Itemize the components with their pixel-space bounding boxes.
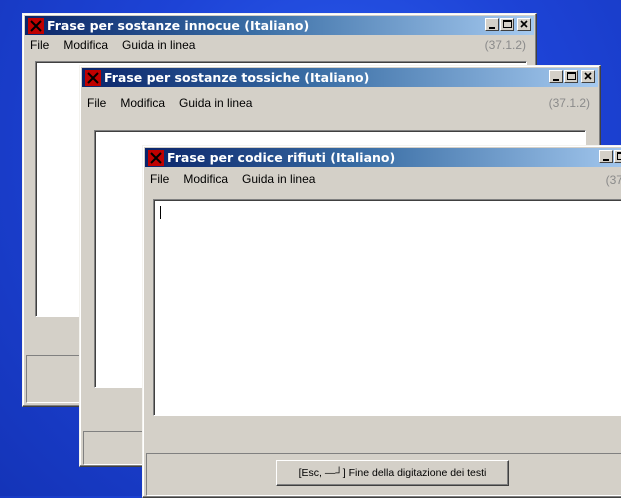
menu-file[interactable]: File bbox=[150, 172, 169, 186]
menu-modifica[interactable]: Modifica bbox=[183, 172, 228, 186]
maximize-button[interactable] bbox=[500, 18, 514, 31]
window-title: Frase per codice rifiuti (Italiano) bbox=[167, 150, 395, 165]
menubar: File Modifica Guida in linea bbox=[83, 94, 597, 112]
maximize-icon bbox=[501, 19, 513, 30]
window-codice-rifiuti[interactable]: Frase per codice rifiuti (Italiano) File… bbox=[142, 145, 621, 498]
menu-guida[interactable]: Guida in linea bbox=[242, 172, 315, 186]
menu-modifica[interactable]: Modifica bbox=[63, 38, 108, 52]
text-input[interactable] bbox=[153, 199, 621, 416]
titlebar[interactable]: Frase per sostanze innocue (Italiano) bbox=[25, 16, 534, 35]
maximize-icon bbox=[565, 71, 577, 82]
close-icon bbox=[582, 71, 594, 82]
maximize-button[interactable] bbox=[614, 150, 621, 163]
version-label: (37.1.2) bbox=[549, 96, 590, 110]
window-controls bbox=[484, 18, 531, 31]
menu-modifica[interactable]: Modifica bbox=[120, 96, 165, 110]
minimize-button[interactable] bbox=[599, 150, 613, 163]
window-title: Frase per sostanze tossiche (Italiano) bbox=[104, 70, 369, 85]
hazard-icon bbox=[85, 70, 101, 86]
close-button[interactable] bbox=[581, 70, 595, 83]
close-icon bbox=[518, 19, 530, 30]
fine-digitazione-button[interactable]: [Esc, —┘] Fine della digitazione dei tes… bbox=[276, 460, 509, 486]
menu-guida[interactable]: Guida in linea bbox=[122, 38, 195, 52]
menubar: File Modifica Guida in linea bbox=[146, 170, 621, 188]
minimize-button[interactable] bbox=[485, 18, 499, 31]
window-controls bbox=[598, 150, 621, 163]
menu-file[interactable]: File bbox=[87, 96, 106, 110]
minimize-button[interactable] bbox=[549, 70, 563, 83]
version-label: (37.1.2) bbox=[485, 38, 526, 52]
hazard-icon bbox=[148, 150, 164, 166]
menu-guida[interactable]: Guida in linea bbox=[179, 96, 252, 110]
minimize-icon bbox=[600, 151, 612, 162]
minimize-icon bbox=[550, 71, 562, 82]
version-label: (37.1.2) bbox=[606, 173, 621, 187]
window-controls bbox=[548, 70, 595, 83]
titlebar[interactable]: Frase per sostanze tossiche (Italiano) bbox=[82, 68, 598, 87]
menubar: File Modifica Guida in linea bbox=[26, 36, 533, 54]
text-caret bbox=[160, 206, 161, 219]
menu-file[interactable]: File bbox=[30, 38, 49, 52]
close-button[interactable] bbox=[517, 18, 531, 31]
maximize-icon bbox=[615, 151, 621, 162]
maximize-button[interactable] bbox=[564, 70, 578, 83]
minimize-icon bbox=[486, 19, 498, 30]
hazard-icon bbox=[28, 18, 44, 34]
titlebar[interactable]: Frase per codice rifiuti (Italiano) bbox=[145, 148, 621, 167]
window-title: Frase per sostanze innocue (Italiano) bbox=[47, 18, 309, 33]
